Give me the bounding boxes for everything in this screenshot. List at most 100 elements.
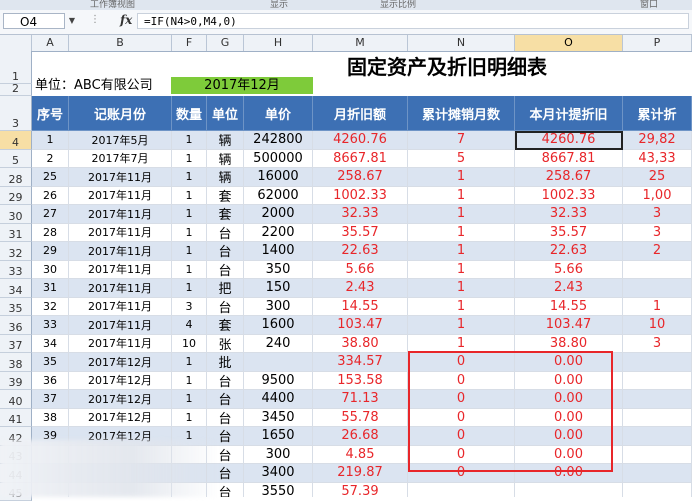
table-cell[interactable]: 0: [408, 353, 515, 372]
table-cell[interactable]: 2000: [244, 205, 313, 224]
column-header-p[interactable]: P: [623, 35, 692, 51]
table-cell[interactable]: 辆: [207, 131, 244, 150]
table-cell[interactable]: 台: [207, 372, 244, 391]
table-cell[interactable]: [623, 409, 692, 428]
table-cell[interactable]: 8667.81: [515, 150, 623, 169]
row-header[interactable]: 2: [0, 84, 32, 96]
header-cell[interactable]: 单价: [244, 96, 313, 131]
column-header-o[interactable]: O: [515, 35, 623, 51]
header-cell[interactable]: 数量: [172, 96, 207, 131]
table-cell[interactable]: 1: [172, 409, 207, 428]
table-cell[interactable]: 258.67: [515, 168, 623, 187]
table-cell[interactable]: 台: [207, 224, 244, 243]
table-cell[interactable]: 2017年11月: [69, 335, 172, 354]
row-header[interactable]: 43: [0, 446, 32, 465]
row-header[interactable]: 29: [0, 187, 32, 206]
header-cell[interactable]: 累计折: [623, 96, 692, 131]
table-cell[interactable]: 28: [32, 224, 69, 243]
table-cell[interactable]: 2017年12月: [69, 372, 172, 391]
table-cell[interactable]: [623, 261, 692, 280]
table-cell[interactable]: 2017年11月: [69, 242, 172, 261]
table-cell[interactable]: 71.13: [313, 390, 408, 409]
table-cell[interactable]: 2017年12月: [69, 390, 172, 409]
row-header[interactable]: 34: [0, 279, 32, 298]
header-cell[interactable]: 单位: [207, 96, 244, 131]
table-cell[interactable]: 1,00: [623, 187, 692, 206]
table-cell[interactable]: 43,33: [623, 150, 692, 169]
table-cell[interactable]: 0.00: [515, 427, 623, 446]
table-cell[interactable]: 1: [623, 298, 692, 317]
table-cell[interactable]: 0.00: [515, 409, 623, 428]
row-header[interactable]: 44: [0, 464, 32, 483]
table-cell[interactable]: 台: [207, 446, 244, 465]
row-header[interactable]: 33: [0, 261, 32, 280]
table-cell[interactable]: 35: [32, 353, 69, 372]
table-cell[interactable]: 台: [207, 298, 244, 317]
table-cell[interactable]: 8667.81: [313, 150, 408, 169]
table-cell[interactable]: [623, 446, 692, 465]
table-cell[interactable]: 29,82: [623, 131, 692, 150]
row-header[interactable]: 45: [0, 483, 32, 501]
column-header-m[interactable]: M: [313, 35, 408, 51]
formula-bar-splitter-icon[interactable]: ⋮: [90, 14, 100, 25]
table-cell[interactable]: 套: [207, 205, 244, 224]
table-cell[interactable]: 2017年11月: [69, 298, 172, 317]
table-cell[interactable]: 1: [172, 279, 207, 298]
table-cell[interactable]: 32: [32, 298, 69, 317]
table-cell[interactable]: 1: [172, 242, 207, 261]
table-cell[interactable]: 1: [408, 205, 515, 224]
table-cell[interactable]: 219.87: [313, 464, 408, 483]
row-header[interactable]: 41: [0, 409, 32, 428]
table-cell[interactable]: 1: [172, 131, 207, 150]
table-cell[interactable]: 台: [207, 409, 244, 428]
table-cell[interactable]: 台: [207, 390, 244, 409]
table-cell[interactable]: [69, 483, 172, 498]
table-cell[interactable]: 台: [207, 261, 244, 280]
table-cell[interactable]: 台: [207, 483, 244, 498]
table-cell[interactable]: 2.43: [313, 279, 408, 298]
table-cell[interactable]: [32, 446, 69, 465]
table-cell[interactable]: 25: [623, 168, 692, 187]
table-cell[interactable]: [172, 483, 207, 498]
table-cell[interactable]: 1: [172, 168, 207, 187]
table-cell[interactable]: 1: [408, 242, 515, 261]
table-cell[interactable]: [623, 353, 692, 372]
table-cell[interactable]: 1: [172, 372, 207, 391]
table-cell[interactable]: 1600: [244, 316, 313, 335]
table-cell[interactable]: 0.00: [515, 464, 623, 483]
table-cell[interactable]: [623, 390, 692, 409]
table-cell[interactable]: 2017年11月: [69, 261, 172, 280]
row-header[interactable]: 30: [0, 205, 32, 224]
table-cell[interactable]: 1: [172, 261, 207, 280]
row-header[interactable]: 5: [0, 150, 32, 169]
table-cell[interactable]: 3: [623, 205, 692, 224]
table-cell[interactable]: 2: [32, 150, 69, 169]
table-cell[interactable]: [623, 464, 692, 483]
table-cell[interactable]: 33: [32, 316, 69, 335]
table-cell[interactable]: 1002.33: [313, 187, 408, 206]
table-cell[interactable]: 3: [172, 298, 207, 317]
table-cell[interactable]: 62000: [244, 187, 313, 206]
table-cell[interactable]: 35.57: [515, 224, 623, 243]
table-cell[interactable]: [623, 427, 692, 446]
table-cell[interactable]: 0: [408, 390, 515, 409]
column-header-h[interactable]: H: [244, 35, 313, 51]
table-cell[interactable]: 3: [623, 224, 692, 243]
table-cell[interactable]: [172, 464, 207, 483]
table-cell[interactable]: 批: [207, 353, 244, 372]
table-cell[interactable]: 55.78: [313, 409, 408, 428]
table-cell[interactable]: 31: [32, 279, 69, 298]
column-header-b[interactable]: B: [69, 35, 172, 51]
table-cell[interactable]: [515, 483, 623, 498]
table-cell[interactable]: 套: [207, 187, 244, 206]
table-cell[interactable]: 1002.33: [515, 187, 623, 206]
column-header-n[interactable]: N: [408, 35, 515, 51]
table-cell[interactable]: 4260.76: [515, 131, 623, 150]
table-cell[interactable]: [623, 279, 692, 298]
table-cell[interactable]: 35.57: [313, 224, 408, 243]
table-cell[interactable]: 0.00: [515, 446, 623, 465]
table-cell[interactable]: 2: [623, 242, 692, 261]
table-cell[interactable]: 38.80: [515, 335, 623, 354]
table-cell[interactable]: [69, 446, 172, 465]
table-cell[interactable]: 103.47: [313, 316, 408, 335]
